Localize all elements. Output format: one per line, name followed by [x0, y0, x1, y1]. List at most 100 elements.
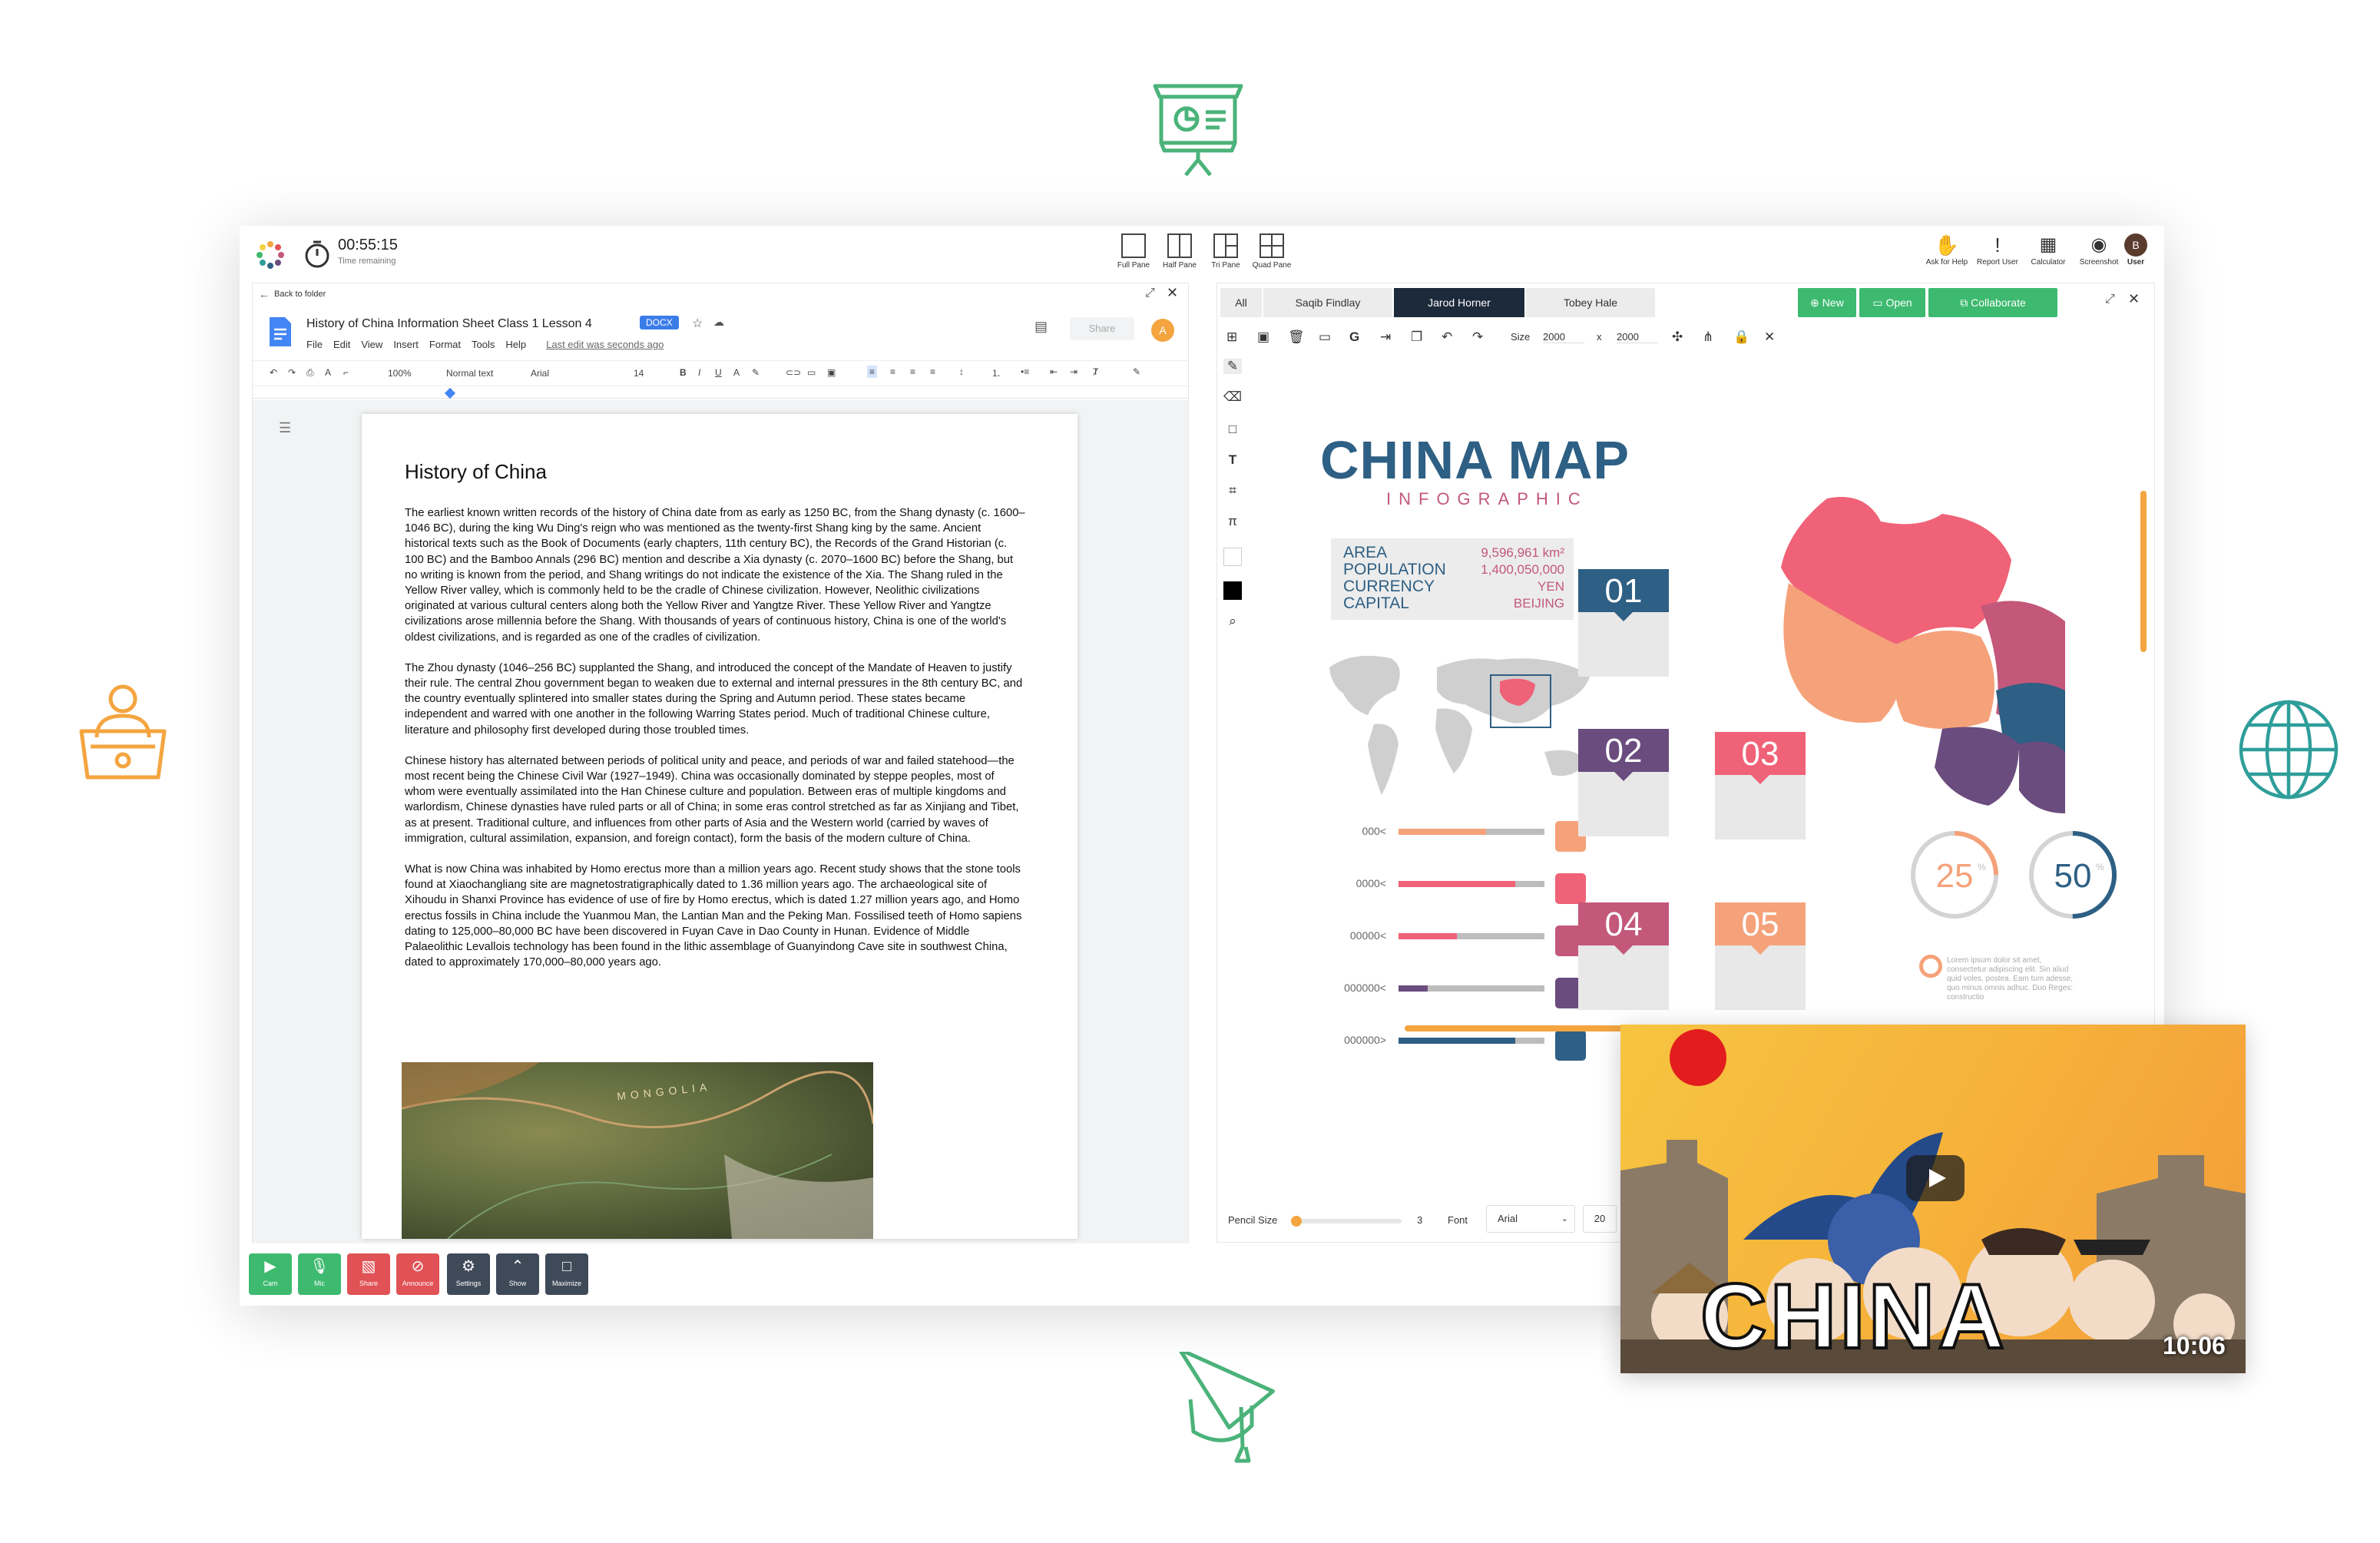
last-edit-link[interactable]: Last edit was seconds ago — [546, 339, 664, 350]
fill-color-swatch[interactable] — [1223, 548, 1242, 566]
report-user-button[interactable]: ! Report User — [1972, 232, 2023, 267]
back-arrow-icon[interactable]: ← — [259, 288, 270, 300]
rectangle-icon[interactable]: □ — [1223, 422, 1242, 437]
comment-add-icon[interactable]: ▭ — [807, 367, 816, 378]
collaborate-button[interactable]: ⧉ Collaborate — [1928, 288, 2057, 317]
style-select[interactable]: Normal text — [446, 368, 493, 379]
undo-icon[interactable]: ↶ — [1442, 329, 1452, 345]
text-color-icon[interactable]: A — [733, 367, 740, 378]
layout-tri-pane[interactable]: Tri Pane — [1204, 233, 1247, 270]
save-icon[interactable]: ▣ — [1257, 329, 1269, 345]
edit-mode-icon[interactable]: ✎ — [1133, 366, 1140, 377]
new-button[interactable]: ⊕ New — [1798, 288, 1856, 317]
menu-edit[interactable]: Edit — [333, 339, 350, 350]
video-player[interactable]: CHINA 10:06 — [1620, 1025, 2246, 1373]
slider-handle[interactable] — [1291, 1216, 1302, 1227]
close-icon[interactable]: ✕ — [1167, 285, 1178, 301]
align-center-icon[interactable]: ≡ — [890, 366, 895, 377]
align-right-icon[interactable]: ≡ — [910, 366, 915, 377]
pencil-icon[interactable]: ✎ — [1223, 359, 1242, 374]
show-button[interactable]: ⌃ Show — [496, 1253, 539, 1295]
align-left-icon[interactable]: ≡ — [867, 366, 878, 378]
cam-button[interactable]: ▶ Cam — [249, 1253, 292, 1295]
image-icon[interactable]: ▭ — [1319, 329, 1331, 345]
menu-file[interactable]: File — [306, 339, 323, 350]
bold-icon[interactable]: B — [680, 367, 687, 378]
layout-half-pane[interactable]: Half Pane — [1158, 233, 1201, 270]
maximize-button[interactable]: □ Maximize — [545, 1253, 588, 1295]
close-icon[interactable]: ✕ — [2128, 291, 2140, 307]
star-icon[interactable]: ☆ — [692, 316, 703, 331]
indent-increase-icon[interactable]: ⇥ — [1070, 366, 1077, 377]
width-input[interactable]: 2000 — [1543, 331, 1584, 343]
tools-icon[interactable]: ✣ — [1672, 329, 1683, 345]
eraser-icon[interactable]: ⌫ — [1223, 389, 1242, 405]
export-icon[interactable]: ⇥ — [1380, 329, 1391, 345]
text-icon[interactable]: T — [1223, 452, 1242, 468]
menu-tools[interactable]: Tools — [472, 339, 495, 350]
stroke-color-swatch[interactable] — [1223, 581, 1242, 600]
delete-icon[interactable]: 🗑 — [1288, 329, 1305, 345]
underline-icon[interactable]: U — [715, 367, 722, 378]
font-select[interactable]: Arial ⌄ — [1486, 1205, 1575, 1233]
expand-icon[interactable]: ⤢ — [2105, 293, 2115, 306]
font-size-input[interactable]: 14 — [634, 368, 644, 379]
clear-icon[interactable]: ✕ — [1764, 329, 1775, 345]
share-button[interactable]: Share — [1070, 317, 1134, 340]
layout-quad-pane[interactable]: Quad Pane — [1250, 233, 1293, 270]
ruler-indent-marker[interactable] — [444, 387, 456, 399]
outline-icon[interactable]: ☰ — [279, 420, 291, 436]
tab-all[interactable]: All — [1220, 288, 1262, 317]
menu-view[interactable]: View — [361, 339, 382, 350]
expand-icon[interactable]: ⤢ — [1145, 286, 1155, 300]
spellcheck-icon[interactable]: A — [325, 367, 331, 378]
user-button[interactable]: B User — [2117, 232, 2155, 267]
line-spacing-icon[interactable]: ↕ — [959, 366, 964, 377]
doc-avatar[interactable]: A — [1151, 319, 1174, 342]
vertical-scrollbar-thumb[interactable] — [2140, 491, 2147, 652]
menu-help[interactable]: Help — [505, 339, 526, 350]
paint-format-icon[interactable]: ⌐ — [343, 367, 349, 378]
add-page-icon[interactable]: ⊞ — [1226, 329, 1237, 345]
tab-saqib-findlay[interactable]: Saqib Findlay — [1263, 288, 1392, 317]
layout-full-pane[interactable]: Full Pane — [1112, 233, 1155, 270]
announce-button[interactable]: ⊘ Announce — [396, 1253, 439, 1295]
image-icon[interactable]: ▣ — [827, 367, 836, 378]
menu-format[interactable]: Format — [429, 339, 461, 350]
mic-button[interactable]: 🎙 Mic — [298, 1253, 341, 1295]
tab-tobey-hale[interactable]: Tobey Hale — [1526, 288, 1655, 317]
calculator-button[interactable]: ▦ Calculator — [2023, 232, 2074, 267]
indent-decrease-icon[interactable]: ⇤ — [1050, 366, 1058, 377]
pi-icon[interactable]: π — [1223, 514, 1242, 529]
align-justify-icon[interactable]: ≡ — [930, 366, 935, 377]
tab-jarod-horner[interactable]: Jarod Horner — [1394, 288, 1524, 317]
numbered-list-icon[interactable]: ⒈ — [991, 366, 1001, 379]
clear-format-icon[interactable]: Ⱦ — [1093, 366, 1098, 377]
comment-icon[interactable]: ▤ — [1034, 319, 1048, 335]
crop-icon[interactable]: ⌗ — [1223, 483, 1242, 498]
redo-icon[interactable]: ↷ — [1472, 329, 1483, 345]
open-button[interactable]: ▭ Open — [1859, 288, 1925, 317]
font-select[interactable]: Arial — [531, 368, 549, 379]
pencil-size-slider[interactable] — [1291, 1216, 1402, 1227]
doc-title[interactable]: History of China Information Sheet Class… — [306, 317, 592, 331]
undo-icon[interactable]: ↶ — [270, 367, 277, 378]
play-button[interactable] — [1906, 1155, 1965, 1201]
whiteboard-canvas[interactable]: CHINA MAP INFOGRAPHIC AREA POPULATION CU… — [1251, 353, 2148, 1121]
google-icon[interactable]: G — [1349, 329, 1359, 345]
italic-icon[interactable]: I — [698, 367, 700, 378]
redo-icon[interactable]: ↷ — [288, 367, 296, 378]
highlight-icon[interactable]: ✎ — [752, 367, 760, 378]
share-icon[interactable]: ⋔ — [1703, 329, 1713, 345]
print-icon[interactable]: ⎙ — [306, 367, 314, 379]
zoom-icon[interactable]: ⌕ — [1223, 614, 1242, 629]
height-input[interactable]: 2000 — [1617, 331, 1658, 343]
zoom-select[interactable]: 100% — [388, 368, 412, 379]
lock-icon[interactable]: 🔒 — [1733, 329, 1749, 345]
menu-insert[interactable]: Insert — [393, 339, 419, 350]
settings-button[interactable]: ⚙ Settings — [447, 1253, 490, 1295]
link-icon[interactable]: ⊂⊃ — [786, 367, 801, 378]
copy-icon[interactable]: ❐ — [1411, 329, 1422, 345]
font-size-input[interactable]: 20 — [1583, 1205, 1617, 1233]
back-to-folder-link[interactable]: Back to folder — [274, 290, 326, 299]
